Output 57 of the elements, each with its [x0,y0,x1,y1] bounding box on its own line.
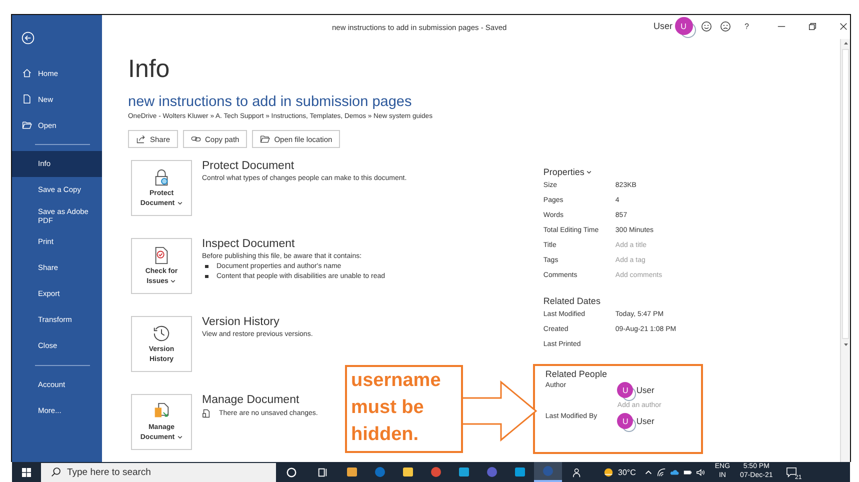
caret-icon [176,200,183,206]
section-title: Version History [202,316,280,328]
bullet-icon [205,264,208,268]
section-heading: Related Dates [543,296,602,306]
rounded-square-icon [458,466,470,478]
person-name[interactable]: User [636,385,654,395]
frown-icon[interactable] [720,20,731,32]
caret-icon [586,169,592,175]
properties-heading[interactable]: Properties [543,167,840,177]
folder-icon [22,120,32,130]
restore-icon[interactable] [808,22,817,30]
rounded-square-icon [402,466,414,478]
scrollbar[interactable] [840,39,850,462]
document-icon [22,94,32,104]
circle-icon [374,466,386,478]
user-avatar[interactable]: U [617,382,634,398]
person-name[interactable]: User [636,416,654,426]
user-avatar[interactable]: U [617,413,634,429]
weather-icon[interactable] [603,466,614,478]
temperature[interactable]: 30°C [618,468,636,476]
clock-icon [152,324,171,344]
circle-icon [542,465,554,477]
people-icon[interactable] [572,466,583,478]
user-name: User [654,21,673,31]
circle-icon [486,466,498,478]
smiley-icon[interactable] [700,20,712,32]
share-icon [136,134,146,144]
wifi-icon[interactable] [656,468,666,476]
bullet-icon [205,274,208,278]
folder-icon [260,134,270,144]
circle-icon[interactable] [286,466,297,478]
section-title: Inspect Document [202,238,296,250]
circle-icon [430,466,442,478]
section-title: Protect Document [202,160,296,172]
help-button[interactable]: ? [738,22,755,30]
cloud-icon[interactable] [670,468,679,476]
caret-icon [170,278,176,284]
section-title: Manage Document [202,394,300,406]
user-avatar[interactable]: U [674,17,693,35]
annotation-callout: username must be hidden. [345,365,463,453]
taskbar-app[interactable] [534,462,562,482]
battery-icon[interactable] [682,468,692,476]
close-icon[interactable] [839,22,848,30]
document-title: new instructions to add in submission pages [128,94,413,110]
rounded-square-icon [514,466,526,478]
link-icon [191,134,202,144]
search-field[interactable]: Type here to search [41,462,276,482]
scrollbar-thumb[interactable] [842,49,850,339]
speaker-icon[interactable] [696,468,705,476]
caret-icon [176,434,183,440]
section-heading: Related People [545,369,608,379]
rounded-square-icon [346,466,358,478]
home-icon [22,68,32,78]
windows-start-icon[interactable] [22,468,31,476]
document-icon [202,409,211,418]
task-view-icon[interactable] [317,466,328,478]
page-heading: Info [128,55,171,84]
